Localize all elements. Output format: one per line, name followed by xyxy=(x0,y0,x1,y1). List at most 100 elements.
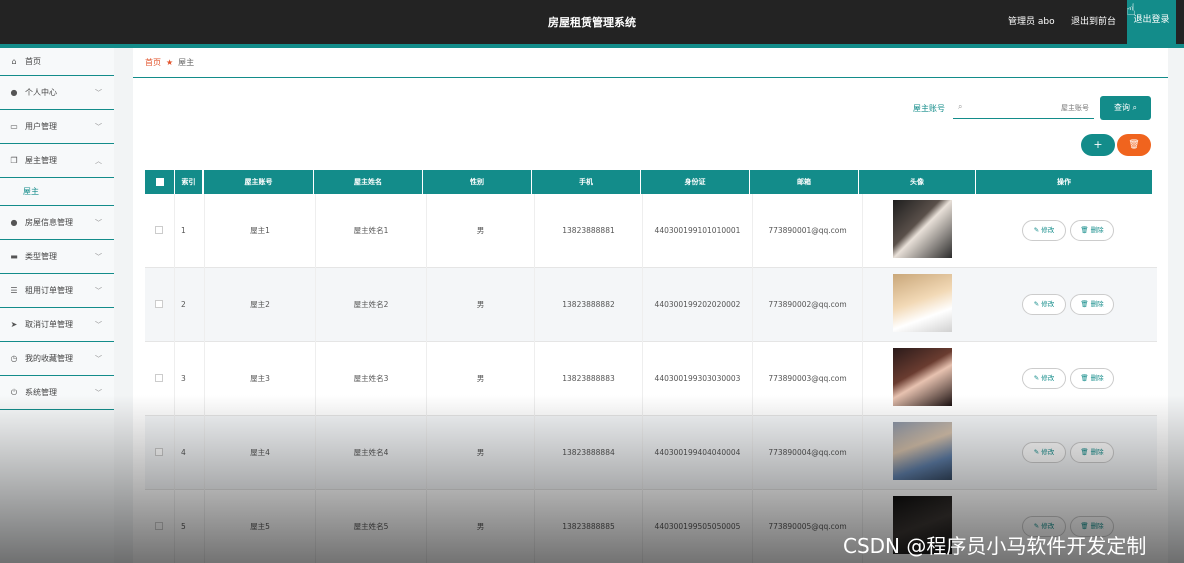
cell-account: 屋主4 xyxy=(205,416,316,490)
sidebar-item-0[interactable]: ⌂ 首页 xyxy=(0,48,114,76)
row-checkbox[interactable] xyxy=(155,522,163,530)
sidebar-item-1[interactable]: ● 个人中心 ﹀ xyxy=(0,76,114,110)
clock-icon: ◷ xyxy=(10,354,18,363)
cell-gender: 男 xyxy=(427,194,535,268)
cell-email: 773890002@qq.com xyxy=(753,268,863,342)
sidebar-item-5[interactable]: ● 房屋信息管理 ﹀ xyxy=(0,206,114,240)
edit-button[interactable]: ✎ 修改 xyxy=(1022,294,1066,315)
sidebar-item-label: 用户管理 xyxy=(25,122,57,131)
sidebar-item-label: 系统管理 xyxy=(25,388,57,397)
row-checkbox-cell xyxy=(145,194,175,268)
table-row: 2 屋主2 屋主姓名2 男 13823888882 440300199202020002 7… xyxy=(145,268,1157,342)
row-checkbox[interactable] xyxy=(155,300,163,308)
cell-account: 屋主1 xyxy=(205,194,316,268)
query-button[interactable]: 查询 ⌕ xyxy=(1100,96,1151,120)
cell-gender: 男 xyxy=(427,268,535,342)
chevron-icon: ﹀ xyxy=(95,320,102,329)
cell-idcard: 440300199303030003 xyxy=(643,342,753,416)
sidebar-item-10[interactable]: ⏻ 系统管理 ﹀ xyxy=(0,376,114,410)
table-row: 1 屋主1 屋主姓名1 男 13823888881 440300199101010001 7… xyxy=(145,194,1157,268)
cell-idcard: 440300199101010001 xyxy=(643,194,753,268)
chevron-icon: ﹀ xyxy=(95,218,102,227)
cell-phone: 13823888882 xyxy=(535,268,643,342)
cell-phone: 13823888883 xyxy=(535,342,643,416)
sidebar-item-2[interactable]: ▭ 用户管理 ﹀ xyxy=(0,110,114,144)
cell-account: 屋主3 xyxy=(205,342,316,416)
avatar-image xyxy=(893,348,952,406)
app-title: 房屋租赁管理系统 xyxy=(548,16,636,29)
avatar-image xyxy=(893,422,952,480)
breadcrumb-home-link[interactable]: 首页 xyxy=(145,57,161,68)
cell-idx: 2 xyxy=(175,268,205,342)
column-header-9: 操作 xyxy=(976,170,1153,194)
row-checkbox[interactable] xyxy=(155,374,163,382)
user-icon: ● xyxy=(10,88,18,97)
cell-account: 屋主5 xyxy=(205,490,316,563)
edit-button[interactable]: ✎ 修改 xyxy=(1022,220,1066,241)
id-card-icon: ▭ xyxy=(10,122,18,131)
sidebar-item-label: 屋主管理 xyxy=(25,156,57,165)
cell-name: 屋主姓名5 xyxy=(316,490,427,563)
table-row: 4 屋主4 屋主姓名4 男 13823888884 440300199404040004 7… xyxy=(145,416,1157,490)
delete-button[interactable]: 🗑 删除 xyxy=(1070,220,1114,241)
cell-idcard: 440300199505050005 xyxy=(643,490,753,563)
breadcrumb-current: 屋主 xyxy=(178,58,195,67)
delete-button[interactable]: 🗑 删除 xyxy=(1070,368,1114,389)
column-header-1: 索引 xyxy=(175,170,203,194)
row-checkbox-cell xyxy=(145,416,175,490)
sidebar-item-label: 个人中心 xyxy=(25,88,57,97)
sliders-icon: ☰ xyxy=(10,286,18,295)
cell-email: 773890004@qq.com xyxy=(753,416,863,490)
sidebar-item-3[interactable]: ❐ 屋主管理 ︿ xyxy=(0,144,114,178)
search-icon: ⌕ xyxy=(958,102,963,111)
row-checkbox-cell xyxy=(145,490,175,563)
cell-name: 屋主姓名4 xyxy=(316,416,427,490)
cell-phone: 13823888881 xyxy=(535,194,643,268)
edit-button[interactable]: ✎ 修改 xyxy=(1022,442,1066,463)
search-input[interactable] xyxy=(971,99,1089,117)
cell-phone: 13823888885 xyxy=(535,490,643,563)
edit-button[interactable]: ✎ 修改 xyxy=(1022,368,1066,389)
cell-gender: 男 xyxy=(427,342,535,416)
row-checkbox[interactable] xyxy=(155,226,163,234)
column-header-3: 屋主姓名 xyxy=(314,170,423,194)
cell-gender: 男 xyxy=(427,416,535,490)
search-field: ⌕ xyxy=(953,97,1094,119)
sidebar-item-7[interactable]: ☰ 租用订单管理 ﹀ xyxy=(0,274,114,308)
chevron-icon: ﹀ xyxy=(95,286,102,295)
sidebar-item-9[interactable]: ◷ 我的收藏管理 ﹀ xyxy=(0,342,114,376)
column-header-2: 屋主账号 xyxy=(204,170,314,194)
go-front-link[interactable]: 退出到前台 xyxy=(1071,14,1116,27)
sidebar-item-6[interactable]: ▬ 类型管理 ﹀ xyxy=(0,240,114,274)
sidebar-item-label: 首页 xyxy=(25,57,41,66)
sidebar-item-4[interactable]: 屋主 xyxy=(0,178,114,206)
cell-idx: 4 xyxy=(175,416,205,490)
row-checkbox[interactable] xyxy=(155,448,163,456)
cell-name: 屋主姓名1 xyxy=(316,194,427,268)
row-checkbox-cell xyxy=(145,268,175,342)
delete-button[interactable]: 🗑 删除 xyxy=(1070,294,1114,315)
sidebar-item-label: 类型管理 xyxy=(25,252,57,261)
query-button-label: 查询 xyxy=(1113,103,1130,112)
column-header-4: 性别 xyxy=(423,170,532,194)
column-header-8: 头像 xyxy=(859,170,976,194)
cell-name: 屋主姓名3 xyxy=(316,342,427,416)
add-button[interactable]: + xyxy=(1081,134,1115,156)
cell-account: 屋主2 xyxy=(205,268,316,342)
avatar-image xyxy=(893,200,952,258)
chevron-icon: ﹀ xyxy=(95,354,102,363)
chevron-icon: ︿ xyxy=(95,156,102,165)
user-icon: ● xyxy=(10,218,18,227)
select-all-checkbox[interactable] xyxy=(156,178,164,186)
column-header-6: 身份证 xyxy=(641,170,750,194)
cell-idx: 1 xyxy=(175,194,205,268)
cell-idcard: 440300199404040004 xyxy=(643,416,753,490)
chevron-icon: ﹀ xyxy=(95,388,102,397)
cell-idx: 5 xyxy=(175,490,205,563)
delete-button[interactable]: 🗑 删除 xyxy=(1070,442,1114,463)
batch-delete-button[interactable]: 🗑 xyxy=(1117,134,1151,156)
column-header-0 xyxy=(145,170,175,194)
sidebar-item-8[interactable]: ➤ 取消订单管理 ﹀ xyxy=(0,308,114,342)
sidebar-item-label: 租用订单管理 xyxy=(25,286,73,295)
column-header-7: 邮箱 xyxy=(750,170,859,194)
